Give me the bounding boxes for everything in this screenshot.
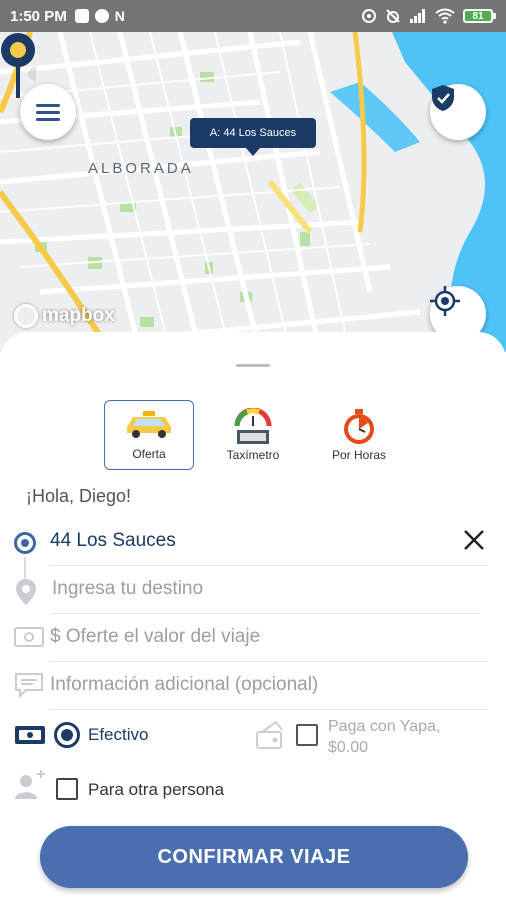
origin-marker-icon <box>14 532 36 554</box>
tab-por-horas[interactable]: Por Horas <box>314 400 404 470</box>
payment-options: Efectivo Paga con Yapa, $0.00 <box>0 716 506 772</box>
shield-check-icon <box>432 85 454 111</box>
safety-button[interactable] <box>430 84 486 140</box>
yapa-label-line1: Paga con Yapa, <box>328 718 441 735</box>
alarm-off-icon <box>386 9 400 23</box>
tab-taximetro-label: Taxímetro <box>226 448 280 462</box>
battery-level: 81 <box>472 10 484 22</box>
chrome-icon <box>94 9 109 23</box>
yapa-checkbox[interactable] <box>296 724 318 746</box>
origin-value: 44 Los Sauces <box>50 530 176 551</box>
mapbox-mark-icon <box>14 304 38 328</box>
origin-field[interactable]: 44 Los Sauces <box>0 518 506 566</box>
pickup-tooltip: A: 44 Los Sauces <box>190 118 316 156</box>
signal-icon <box>410 9 425 23</box>
confirm-trip-label: CONFIRMAR VIAJE <box>157 845 351 868</box>
taximeter-icon <box>234 408 272 444</box>
yapa-wallet-icon <box>256 720 283 749</box>
cash-radio[interactable] <box>54 722 80 748</box>
tab-oferta-label: Oferta <box>132 447 166 461</box>
hamburger-icon <box>36 103 60 107</box>
tab-por-horas-label: Por Horas <box>331 448 387 462</box>
battery-icon: 81 <box>463 9 496 23</box>
other-person-option[interactable]: Para otra persona <box>0 768 506 808</box>
mapbox-logo[interactable]: mapbox <box>14 304 115 328</box>
taxi-icon <box>127 411 171 438</box>
sheet-drag-handle[interactable] <box>236 364 270 367</box>
status-bar: 1:50 PM N 81 <box>0 0 506 32</box>
yapa-label-line2: $0.00 <box>328 739 369 756</box>
offer-placeholder: $ Oferte el valor del viaje <box>50 626 261 647</box>
offer-field[interactable]: $ Oferte el valor del viaje <box>0 614 506 662</box>
clear-origin-icon[interactable] <box>460 526 488 554</box>
tab-taximetro[interactable]: Taxímetro <box>208 400 298 470</box>
pickup-tooltip-text: A: 44 Los Sauces <box>209 127 297 139</box>
mapbox-attribution-text: mapbox <box>42 305 115 326</box>
status-notification-icons: N <box>74 8 125 24</box>
greeting-text: ¡Hola, Diego! <box>26 486 132 506</box>
status-system-icons: 81 <box>361 8 496 24</box>
wifi-icon <box>435 8 455 24</box>
n-icon: N <box>114 8 125 24</box>
map-area-label: ALBORADA <box>88 160 194 177</box>
other-person-checkbox[interactable] <box>56 778 78 800</box>
hotspot-icon <box>362 9 376 23</box>
photo-icon <box>74 9 89 23</box>
cash-label: Efectivo <box>88 725 149 744</box>
trip-request-sheet: Oferta Taxímetro Por Horas ¡Hola, Diego!… <box>0 332 506 900</box>
additional-info-placeholder: Información adicional (opcional) <box>50 674 319 695</box>
add-person-icon <box>15 770 45 799</box>
yapa-label: Paga con Yapa, $0.00 <box>328 716 488 758</box>
destination-placeholder: Ingresa tu destino <box>52 578 204 599</box>
confirm-trip-button[interactable]: CONFIRMAR VIAJE <box>40 826 468 888</box>
pickup-pin-icon[interactable] <box>0 32 36 98</box>
location-pin-icon <box>16 579 36 605</box>
crosshair-icon <box>430 286 460 316</box>
map-view[interactable]: ALBORADA mapbox A: 44 Los Sauces <box>0 32 506 352</box>
banknote-icon <box>14 627 44 647</box>
additional-info-field[interactable]: Información adicional (opcional) <box>0 662 506 710</box>
comment-icon <box>15 673 43 698</box>
tab-oferta[interactable]: Oferta <box>104 400 194 470</box>
other-person-label: Para otra persona <box>88 780 225 799</box>
cash-icon <box>15 726 45 744</box>
destination-field[interactable]: Ingresa tu destino <box>0 566 506 614</box>
stopwatch-icon <box>344 409 374 444</box>
status-time: 1:50 PM <box>10 7 67 25</box>
menu-button[interactable] <box>20 84 76 140</box>
service-mode-tabs: Oferta Taxímetro Por Horas <box>104 400 404 470</box>
